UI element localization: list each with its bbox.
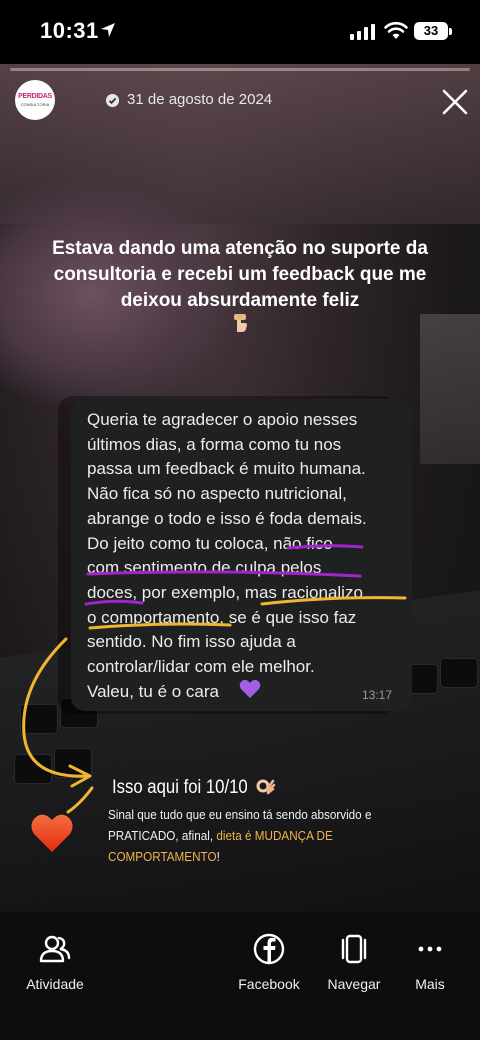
caption-text: PRATICADO, afinal, bbox=[108, 828, 217, 843]
battery-tip bbox=[449, 28, 452, 35]
nav-item-facebook[interactable]: Facebook bbox=[224, 932, 314, 992]
caption-title: Isso aqui foi 10/10 bbox=[112, 777, 248, 798]
pages-icon bbox=[341, 934, 367, 964]
story-date: 31 de agosto de 2024 bbox=[127, 91, 273, 108]
avatar-logo: PERDIDAS bbox=[18, 93, 52, 100]
bottom-nav: Atividade Facebook Navegar Mais bbox=[0, 912, 480, 1040]
message-line: doces, por exemplo, mas racionalizo bbox=[87, 582, 363, 602]
background-key bbox=[20, 704, 58, 734]
close-icon[interactable] bbox=[441, 88, 469, 116]
headline-line: deixou absurdamente feliz bbox=[120, 290, 360, 311]
nav-label: Atividade bbox=[26, 976, 84, 992]
headline-line: Estava dando uma atenção no suporte da bbox=[52, 238, 428, 259]
caption-body: Sinal que tudo que eu ensino tá sendo ab… bbox=[108, 804, 432, 867]
headline-line: consultoria e recebi um feedback que me bbox=[53, 264, 427, 285]
facebook-icon bbox=[253, 933, 285, 965]
ok-hand-emoji-icon bbox=[256, 779, 276, 795]
story-progress-bar bbox=[10, 68, 470, 71]
location-arrow-icon bbox=[101, 23, 115, 37]
message-line: Do jeito como tu coloca, não fico bbox=[87, 533, 333, 553]
people-activity-icon bbox=[39, 935, 71, 963]
nav-label: Mais bbox=[415, 976, 445, 992]
clock: 10:31 bbox=[40, 18, 99, 43]
cellular-signal-icon bbox=[350, 24, 375, 40]
avatar-logo-sub: CONSULTORIA bbox=[20, 102, 50, 107]
status-bar: 10:31 33 bbox=[0, 0, 480, 64]
background-key bbox=[440, 658, 478, 688]
background-key bbox=[14, 754, 52, 784]
message-line: passa um feedback é muito humana. bbox=[87, 459, 366, 479]
message-line: últimos dias, a forma como tu nos bbox=[87, 434, 342, 454]
caption-text: ! bbox=[216, 849, 220, 864]
more-dots-icon bbox=[418, 946, 442, 952]
verified-check-icon bbox=[106, 94, 119, 107]
message-line: Queria te agradecer o apoio nesses bbox=[87, 410, 358, 429]
story-viewer[interactable]: PERDIDAS CONSULTORIA 31 de agosto de 202… bbox=[0, 64, 480, 912]
message-line: controlar/lidar com ele melhor. bbox=[87, 657, 315, 677]
message-text: Queria te agradecer o apoio nesses últim… bbox=[87, 408, 407, 704]
battery-indicator: 33 bbox=[414, 22, 448, 40]
message-line: o comportamento, se é que isso faz bbox=[87, 607, 357, 627]
orange-heart-emoji-icon bbox=[31, 814, 73, 852]
background-window bbox=[420, 314, 480, 464]
story-headline: Estava dando uma atenção no suporte da c… bbox=[20, 236, 460, 314]
purple-heart-emoji-icon bbox=[239, 679, 261, 698]
pointing-down-emoji-icon bbox=[234, 314, 247, 332]
message-line: com sentimento de culpa pelos bbox=[87, 558, 322, 578]
nav-label: Facebook bbox=[238, 976, 300, 992]
wifi-icon bbox=[384, 22, 408, 39]
message-line: abrange o todo e isso é foda demais. bbox=[87, 508, 367, 528]
profile-avatar[interactable]: PERDIDAS CONSULTORIA bbox=[15, 80, 55, 120]
message-timestamp: 13:17 bbox=[362, 688, 393, 702]
caption-line: Sinal que tudo que eu ensino tá sendo ab… bbox=[108, 807, 372, 822]
message-line: Não fica só no aspecto nutricional, bbox=[87, 484, 347, 504]
nav-item-atividade[interactable]: Atividade bbox=[10, 932, 100, 992]
background-key bbox=[54, 748, 92, 778]
nav-item-mais[interactable]: Mais bbox=[385, 932, 475, 992]
message-line: sentido. No fim isso ajuda a bbox=[87, 632, 296, 652]
caption-line: PRATICADO, afinal, dieta é MUDANÇA DE CO… bbox=[108, 825, 432, 867]
